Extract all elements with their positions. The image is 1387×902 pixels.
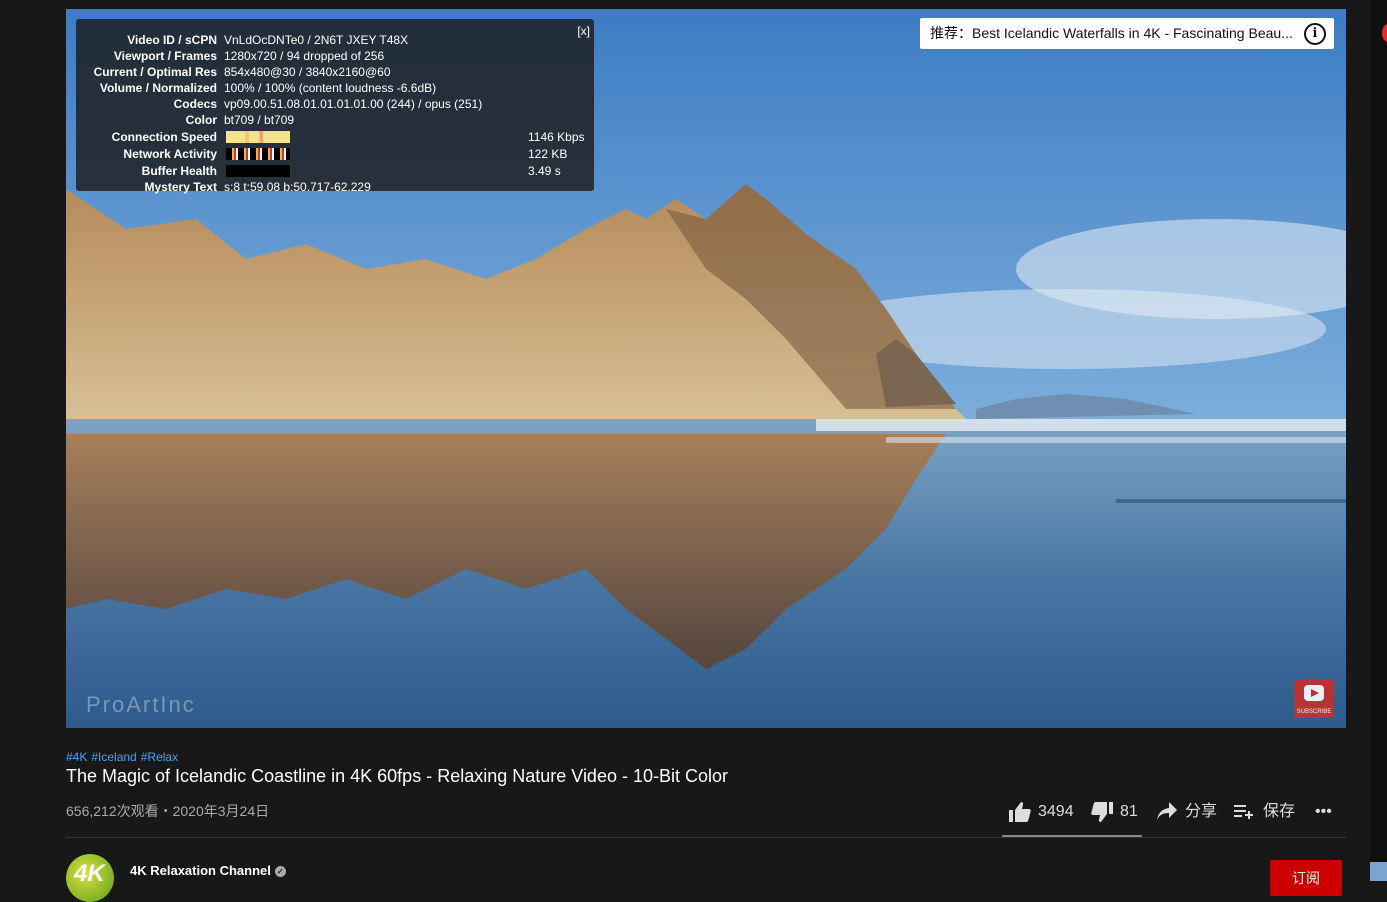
buffer-health-graph xyxy=(226,165,290,177)
stats-value: 1146 Kbps xyxy=(528,130,585,144)
stats-key: Buffer Health xyxy=(141,164,217,178)
stats-key: Current / Optimal Res xyxy=(93,65,217,79)
like-count: 3494 xyxy=(1038,803,1074,820)
stats-row: Viewport / Frames 1280x720 / 94 dropped o… xyxy=(76,48,594,64)
stats-row: Video ID / sCPN VnLdOcDNTe0 / 2N6T JXEY T… xyxy=(76,32,594,48)
stats-key: Volume / Normalized xyxy=(99,81,217,95)
stats-key: Codecs xyxy=(173,97,217,111)
dislike-button[interactable]: 81 xyxy=(1090,798,1150,826)
stats-row: Color bt709 / bt709 xyxy=(76,112,594,128)
stats-row: Volume / Normalized 100% / 100% (content … xyxy=(76,80,594,96)
connection-speed-graph xyxy=(226,131,290,143)
youtube-play-icon xyxy=(1304,685,1324,701)
stats-value: 1280x720 / 94 dropped of 256 xyxy=(224,49,385,63)
hashtag-link[interactable]: #Iceland xyxy=(91,750,136,764)
thumbs-up-icon xyxy=(1009,802,1031,822)
stats-key: Color xyxy=(185,113,217,127)
stats-value: 854x480@30 / 3840x2160@60 xyxy=(224,65,391,79)
stats-for-nerds-panel: [x] Video ID / sCPN VnLdOcDNTe0 / 2N6T JX… xyxy=(76,19,594,194)
stats-value: 100% / 100% (content loudness -6.6dB) xyxy=(224,81,437,95)
view-count-date: 656,212次观看・2020年3月24日 xyxy=(66,803,270,819)
share-label: 分享 xyxy=(1185,803,1218,820)
stats-value: s:8 t:59.08 b:50.717-62.229 xyxy=(224,180,371,194)
save-button[interactable]: 保存 xyxy=(1233,798,1295,826)
stats-row: Codecs vp09.00.51.08.01.01.01.01.00 (244)… xyxy=(76,96,594,112)
recommendation-text[interactable]: 推荐：Best Icelandic Waterfalls in 4K - Fas… xyxy=(930,18,1300,49)
stats-key: Mystery Text xyxy=(144,180,217,194)
stats-row: Mystery Text s:8 t:59.08 b:50.717-62.229 xyxy=(76,179,594,195)
thumbs-down-icon xyxy=(1091,802,1113,822)
channel-name-text[interactable]: 4K Relaxation Channel xyxy=(130,863,271,878)
stats-value: bt709 / bt709 xyxy=(224,113,295,127)
playlist-add-icon xyxy=(1234,805,1253,819)
recommendation-card[interactable]: 推荐：Best Icelandic Waterfalls in 4K - Fas… xyxy=(920,18,1334,49)
hashtag-link[interactable]: #4K xyxy=(66,750,87,764)
channel-avatar[interactable]: 4K xyxy=(66,854,114,902)
stats-row: Buffer Health 3.49 s xyxy=(76,163,594,179)
verified-check-icon: ✓ xyxy=(274,866,286,878)
divider xyxy=(66,837,1346,838)
stats-value: vp09.00.51.08.01.01.01.01.00 (244) / opu… xyxy=(224,97,483,111)
notification-dot-icon xyxy=(1382,24,1387,42)
hashtags: #4K #Iceland #Relax xyxy=(66,750,182,764)
channel-name[interactable]: 4K Relaxation Channel ✓ xyxy=(130,863,286,878)
stats-row: Network Activity 122 KB xyxy=(76,146,594,162)
recommended-thumbnail[interactable] xyxy=(1370,862,1387,881)
stats-key: Connection Speed xyxy=(111,130,217,144)
share-button[interactable]: 分享 xyxy=(1156,798,1218,826)
subscribe-badge-label: SUBSCRIBE xyxy=(1296,709,1332,715)
subscribe-badge[interactable]: SUBSCRIBE xyxy=(1294,680,1334,718)
stats-row: Connection Speed 1146 Kbps xyxy=(76,129,594,145)
like-button[interactable]: 3494 xyxy=(1008,798,1078,826)
sidebar-edge xyxy=(1370,0,1387,881)
stats-value: 3.49 s xyxy=(528,164,561,178)
dislike-count: 81 xyxy=(1120,803,1138,820)
more-actions-icon[interactable]: ••• xyxy=(1315,798,1339,826)
stats-key: Network Activity xyxy=(123,147,217,161)
avatar-logo-text: 4K xyxy=(74,860,105,887)
channel-watermark: ProArtInc xyxy=(86,692,196,717)
hashtag-link[interactable]: #Relax xyxy=(141,750,178,764)
stats-row: Current / Optimal Res 854x480@30 / 3840x2… xyxy=(76,64,594,80)
video-title: The Magic of Icelandic Coastline in 4K 6… xyxy=(66,766,729,786)
stats-value: 122 KB xyxy=(528,147,568,161)
stats-key: Viewport / Frames xyxy=(113,49,217,63)
stats-key: Video ID / sCPN xyxy=(127,33,217,47)
share-icon xyxy=(1157,802,1177,820)
info-icon[interactable]: i xyxy=(1304,23,1326,45)
subscribe-button[interactable]: 订阅 xyxy=(1270,860,1342,896)
save-label: 保存 xyxy=(1263,803,1296,820)
stats-value: VnLdOcDNTe0 / 2N6T JXEY T48X xyxy=(224,33,409,47)
network-activity-graph xyxy=(226,148,290,160)
video-player[interactable]: [x] Video ID / sCPN VnLdOcDNTe0 / 2N6T JX… xyxy=(66,9,1346,728)
